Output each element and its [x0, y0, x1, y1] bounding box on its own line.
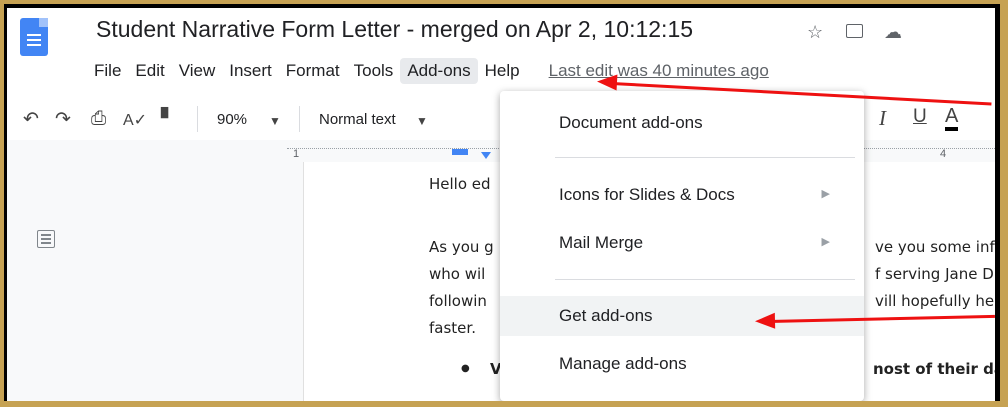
- doc-line: Hello ed: [429, 175, 491, 193]
- toolbar-divider: [197, 106, 198, 132]
- doc-line: f serving Jane D: [875, 265, 994, 283]
- menu-item-mail-merge[interactable]: Mail Merge ▶: [500, 223, 864, 263]
- menu-help[interactable]: Help: [478, 58, 527, 84]
- toolbar-divider: [299, 106, 300, 132]
- first-line-indent-marker[interactable]: [481, 152, 491, 159]
- submenu-arrow-icon: ▶: [821, 188, 830, 200]
- menu-tools[interactable]: Tools: [347, 58, 401, 84]
- add-ons-menu: Document add-ons Icons for Slides & Docs…: [500, 91, 864, 401]
- menu-divider: [555, 157, 855, 158]
- annotation-arrow-head: [596, 73, 618, 91]
- italic-button[interactable]: I: [879, 106, 886, 131]
- menu-insert[interactable]: Insert: [222, 58, 279, 84]
- submenu-arrow-icon: ▶: [821, 236, 830, 248]
- doc-line: nost of their da: [873, 360, 995, 378]
- last-edit-link[interactable]: Last edit was 40 minutes ago: [549, 61, 769, 81]
- document-outline-icon[interactable]: [37, 230, 55, 248]
- text-color-button[interactable]: A: [945, 105, 959, 131]
- annotation-arrow-head: [754, 312, 776, 330]
- menu-format[interactable]: Format: [279, 58, 347, 84]
- doc-line: who wil: [429, 265, 486, 283]
- menu-view[interactable]: View: [172, 58, 223, 84]
- move-to-folder-icon[interactable]: [846, 24, 863, 38]
- star-icon[interactable]: ☆: [807, 22, 823, 43]
- menu-item-icons-for-slides-docs[interactable]: Icons for Slides & Docs ▶: [500, 175, 864, 215]
- doc-line: As you g: [429, 238, 494, 256]
- google-docs-icon[interactable]: [20, 18, 48, 56]
- paint-format-icon[interactable]: ▘: [161, 108, 176, 131]
- menu-item-get-add-ons[interactable]: Get add-ons: [500, 296, 864, 336]
- ruler-number: 4: [940, 148, 947, 160]
- menu-item-document-add-ons[interactable]: Document add-ons: [500, 103, 864, 143]
- zoom-select[interactable]: 90%: [217, 111, 247, 128]
- ruler-number: 1: [293, 148, 300, 160]
- left-indent-marker[interactable]: [452, 149, 468, 155]
- undo-icon[interactable]: ↶: [23, 108, 39, 131]
- menu-bar: File Edit View Insert Format Tools Add-o…: [87, 56, 769, 86]
- doc-line: vill hopefully he: [875, 292, 995, 310]
- doc-line: faster.: [429, 319, 476, 337]
- document-title[interactable]: Student Narrative Form Letter - merged o…: [96, 16, 693, 43]
- menu-add-ons[interactable]: Add-ons: [400, 58, 478, 84]
- redo-icon[interactable]: ↷: [55, 108, 71, 131]
- cloud-status-icon[interactable]: ☁: [884, 22, 902, 43]
- style-dropdown-icon[interactable]: ▼: [416, 114, 428, 128]
- spellcheck-icon[interactable]: A✓: [123, 110, 147, 130]
- menu-item-manage-add-ons[interactable]: Manage add-ons: [500, 344, 864, 384]
- paragraph-style-select[interactable]: Normal text: [319, 111, 396, 128]
- zoom-dropdown-icon[interactable]: ▼: [269, 114, 281, 128]
- doc-line: ve you some inf: [875, 238, 995, 256]
- menu-file[interactable]: File: [87, 58, 128, 84]
- doc-line: followin: [429, 292, 487, 310]
- print-icon[interactable]: ⎙: [91, 108, 106, 130]
- menu-edit[interactable]: Edit: [128, 58, 171, 84]
- bullet-icon: ●: [461, 363, 470, 374]
- underline-button[interactable]: U: [913, 106, 927, 128]
- menu-divider: [555, 279, 855, 280]
- google-docs-window: Student Narrative Form Letter - merged o…: [7, 8, 995, 401]
